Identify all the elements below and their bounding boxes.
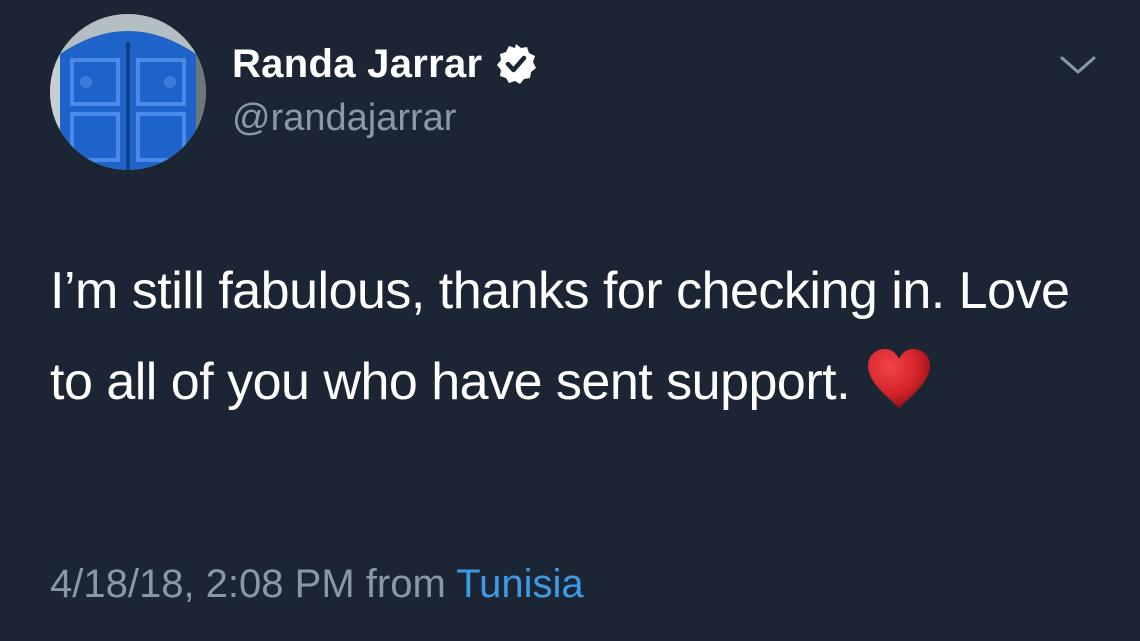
chevron-down-icon[interactable] xyxy=(1058,50,1098,80)
author-handle[interactable]: @randajarrar xyxy=(232,94,456,142)
red-heart-icon xyxy=(868,349,931,409)
tweet-card: Randa Jarrar @randajarrar I’m still fabu… xyxy=(0,0,1140,641)
display-name[interactable]: Randa Jarrar xyxy=(232,38,482,90)
from-label: from xyxy=(365,562,446,606)
timestamp[interactable]: 4/18/18, 2:08 PM xyxy=(50,562,355,606)
author-name-row[interactable]: Randa Jarrar xyxy=(232,38,538,90)
tweet-text-block: I’m still fabulous, thanks for checking … xyxy=(50,246,1110,428)
blue-door-avatar-icon xyxy=(50,14,206,170)
tweet-meta: 4/18/18, 2:08 PM from Tunisia xyxy=(50,556,584,612)
verified-badge-icon xyxy=(497,44,537,84)
location-link[interactable]: Tunisia xyxy=(456,562,583,606)
avatar[interactable] xyxy=(50,14,206,170)
